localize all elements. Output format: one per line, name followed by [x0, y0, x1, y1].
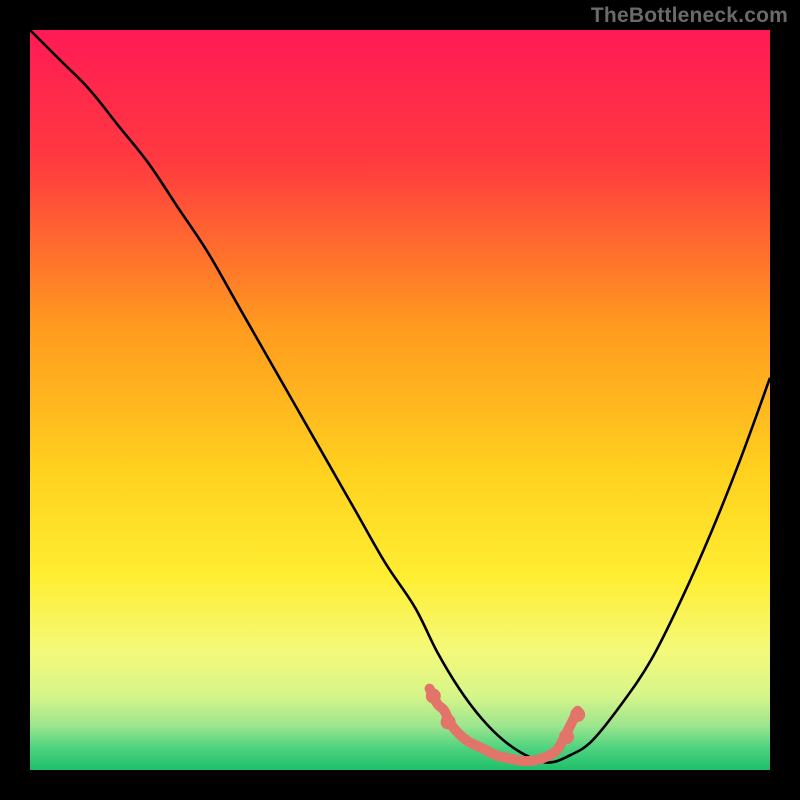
- chart-frame: TheBottleneck.com: [0, 0, 800, 800]
- plot-area: [30, 30, 770, 770]
- watermark-text: TheBottleneck.com: [591, 4, 788, 28]
- gradient-background: [30, 30, 770, 770]
